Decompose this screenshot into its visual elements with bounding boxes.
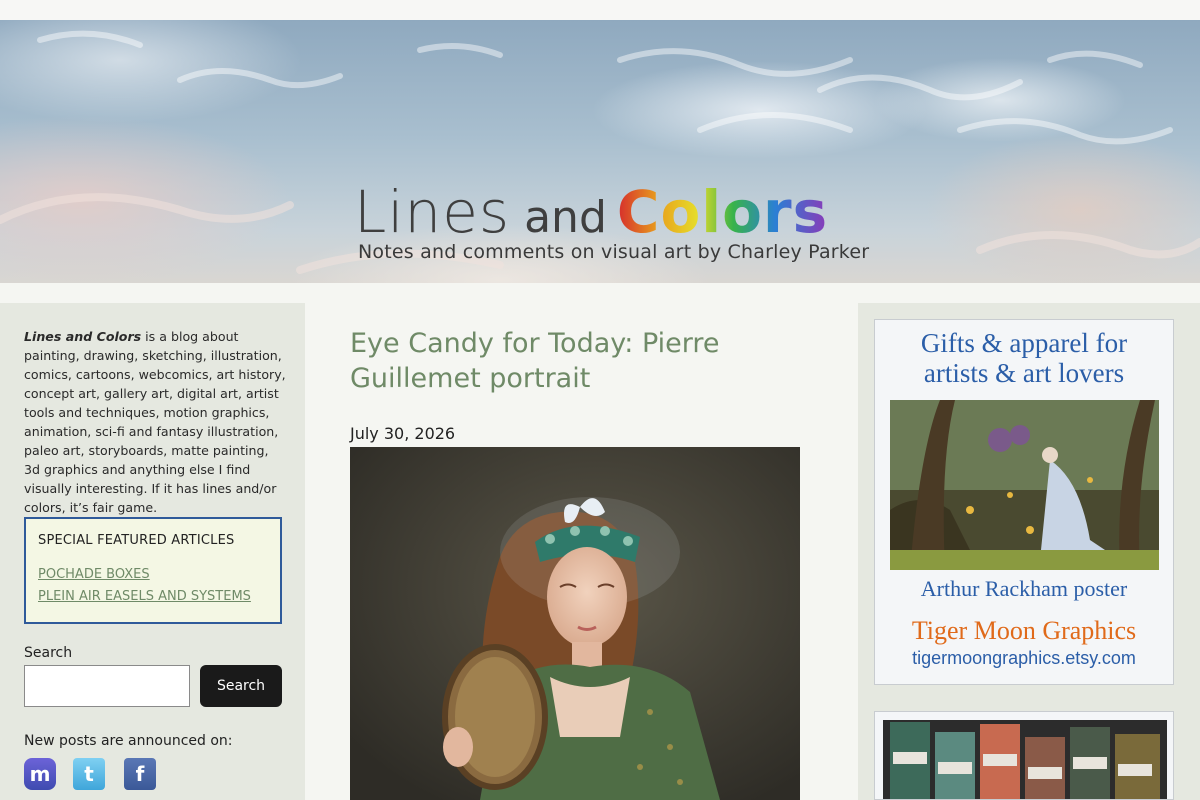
ad-caption: Arthur Rackham poster (920, 576, 1128, 601)
featured-articles-box: SPECIAL FEATURED ARTICLES POCHADE BOXES … (24, 517, 282, 624)
logo-word-colors: Colors (616, 178, 829, 246)
site-logo[interactable]: Lines and Colors (354, 178, 829, 246)
top-bar (0, 0, 1200, 20)
ad-url[interactable]: tigermoongraphics.etsy.com (875, 648, 1173, 669)
about-blurb: Lines and Colors is a blog about paintin… (24, 327, 286, 517)
about-blog-name: Lines and Colors (24, 329, 142, 344)
ad-tiger-moon-graphics[interactable]: Gifts & apparel for artists & art lovers… (874, 319, 1174, 685)
facebook-icon[interactable]: f (124, 758, 156, 790)
site-header-banner: Lines and Colors Notes and comments on vis… (0, 20, 1200, 283)
featured-link-plein-air-easels[interactable]: PLEIN AIR EASELS AND SYSTEMS (38, 586, 268, 608)
ad-headline: Gifts & apparel for artists & art lovers (875, 328, 1173, 388)
ad-brand: Tiger Moon Graphics (911, 616, 1137, 645)
post-date: July 30, 2026 (350, 424, 456, 443)
ad-headline-line1: Gifts & apparel for (920, 328, 1128, 358)
ad-headline-line2: artists & art lovers (923, 358, 1125, 388)
rackham-illustration (890, 400, 1159, 570)
site-tagline: Notes and comments on visual art by Char… (358, 241, 870, 263)
search-label: Search (24, 645, 73, 661)
logo-word-lines: Lines (354, 178, 511, 246)
post-portrait-image[interactable] (350, 447, 800, 800)
portrait-painting (350, 447, 800, 800)
post-title[interactable]: Eye Candy for Today: Pierre Guillemet po… (350, 326, 790, 396)
logo-word-and: and (524, 192, 607, 243)
twitter-icon[interactable]: t (73, 758, 105, 790)
search-button[interactable]: Search (200, 665, 282, 707)
search-input[interactable] (24, 665, 190, 707)
ad-rackham-illustration (890, 400, 1159, 570)
ad-paint-tubes[interactable] (874, 711, 1174, 800)
featured-heading: SPECIAL FEATURED ARTICLES (38, 533, 235, 548)
about-text: is a blog about painting, drawing, sketc… (24, 329, 286, 515)
announce-text: New posts are announced on: (24, 733, 233, 749)
paint-tubes-photo (875, 712, 1173, 799)
mastodon-icon[interactable]: m (24, 758, 56, 790)
featured-link-pochade-boxes[interactable]: POCHADE BOXES (38, 564, 268, 586)
